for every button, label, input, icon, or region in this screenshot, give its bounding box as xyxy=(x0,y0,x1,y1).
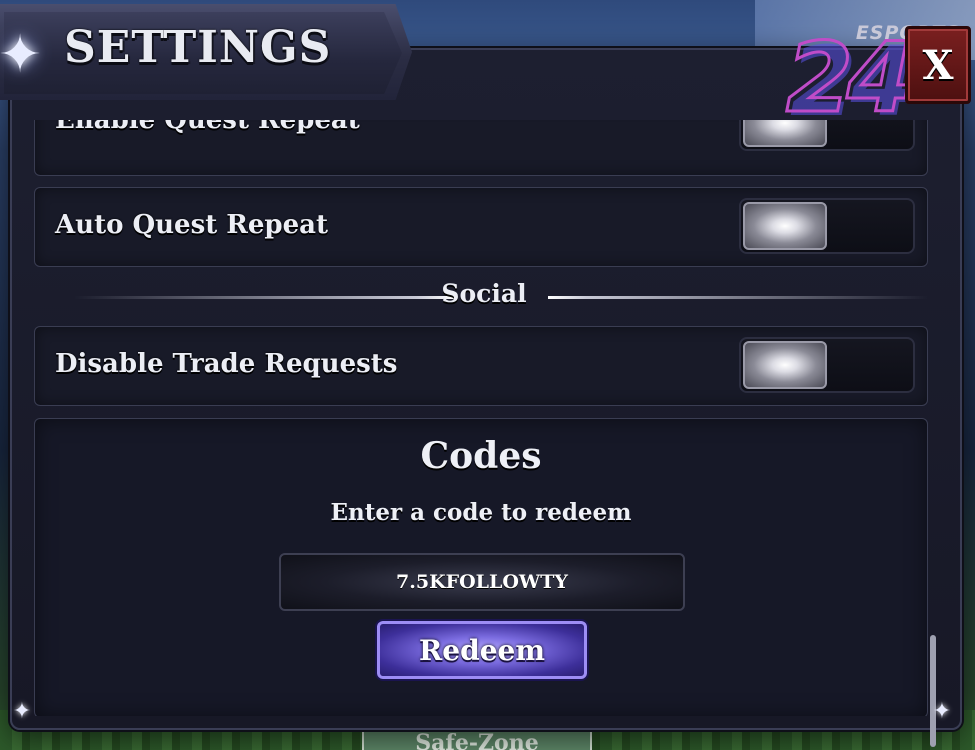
star-icon: ✦ xyxy=(0,25,42,85)
setting-label: Auto Quest Repeat xyxy=(55,210,328,240)
setting-label: Disable Trade Requests xyxy=(55,349,398,379)
section-label: Social xyxy=(441,279,527,308)
toggle-knob xyxy=(743,341,827,389)
corner-star-icon: ✦ xyxy=(932,699,952,724)
setting-label: Enable Quest Repeat xyxy=(55,120,360,135)
safe-zone-sign: Safe-Zone xyxy=(362,728,592,750)
codes-subtitle: Enter a code to redeem xyxy=(330,499,632,526)
auto-quest-repeat-toggle[interactable] xyxy=(739,198,915,254)
setting-row-auto-quest-repeat: Auto Quest Repeat xyxy=(34,187,928,267)
section-divider-social: Social xyxy=(54,275,928,319)
toggle-knob xyxy=(743,202,827,250)
settings-panel: Enable Quest Repeat Auto Quest Repeat So… xyxy=(10,48,962,747)
settings-scroll-area[interactable]: Enable Quest Repeat Auto Quest Repeat So… xyxy=(34,120,940,716)
disable-trade-requests-toggle[interactable] xyxy=(739,337,915,393)
redeem-button[interactable]: Redeem xyxy=(377,621,587,679)
scrollbar-thumb[interactable] xyxy=(930,635,936,747)
codes-title: Codes xyxy=(420,435,542,477)
toggle-knob xyxy=(743,120,827,147)
page-title: SETTINGS xyxy=(64,22,332,73)
enable-quest-repeat-toggle[interactable] xyxy=(739,120,915,151)
corner-star-icon: ✦ xyxy=(12,699,32,724)
codes-panel: Codes Enter a code to redeem Redeem xyxy=(34,418,928,716)
close-button[interactable]: X xyxy=(905,26,971,104)
close-icon: X xyxy=(922,41,954,89)
code-input[interactable] xyxy=(279,553,685,611)
setting-row-disable-trade-requests: Disable Trade Requests xyxy=(34,326,928,406)
setting-row-enable-quest-repeat: Enable Quest Repeat xyxy=(34,120,928,176)
